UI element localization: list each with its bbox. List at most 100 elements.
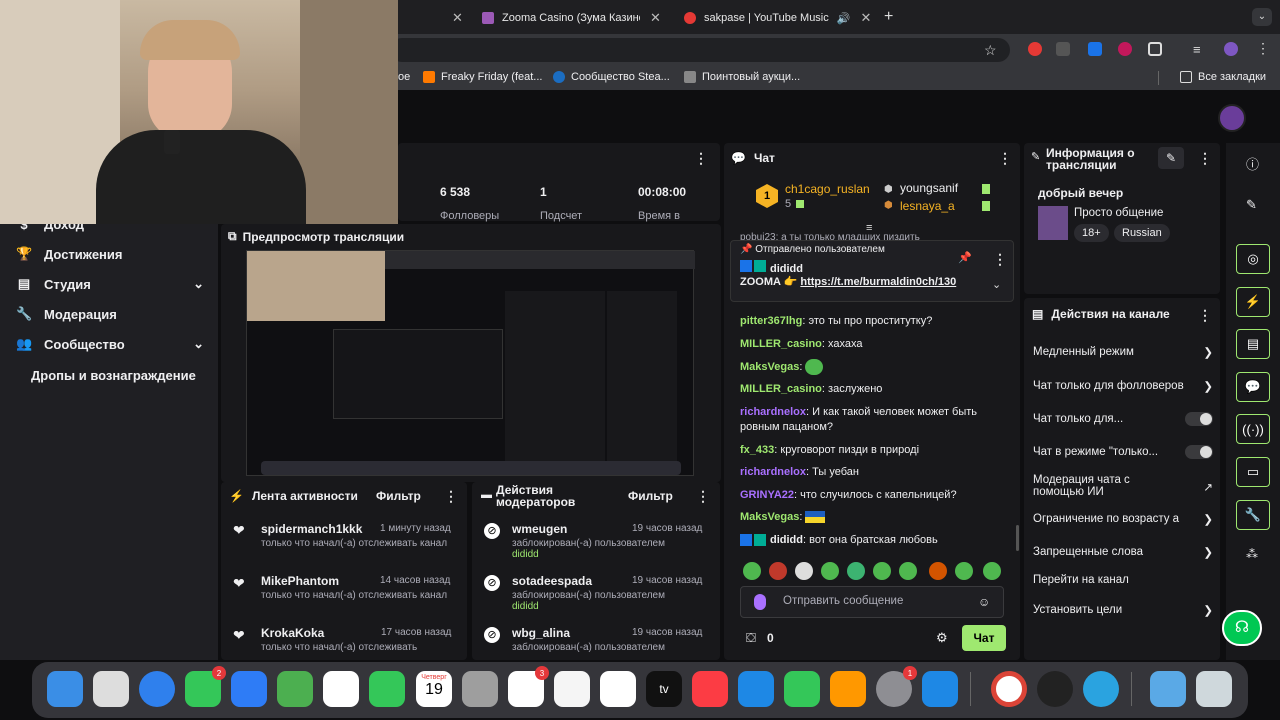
action-age-restriction[interactable]: Ограничение по возрасту а ❯ <box>1033 512 1213 526</box>
audio-playing-icon[interactable]: 🔊 <box>837 12 851 25</box>
leader-name[interactable]: ch1cago_ruslan <box>785 182 870 196</box>
mod-by-user[interactable]: dididd <box>512 549 539 561</box>
quick-action-mod[interactable]: 🔧 <box>1236 500 1270 530</box>
quick-action-boost[interactable]: ⚡ <box>1236 287 1270 317</box>
mod-by-user[interactable]: dididd <box>512 601 539 613</box>
apple-tv-icon[interactable]: tv <box>646 671 682 707</box>
extension-translate-icon[interactable] <box>1088 42 1102 56</box>
emote-icon[interactable] <box>873 562 891 580</box>
quick-action-chat[interactable]: 💬 <box>1236 372 1270 402</box>
chat-username[interactable]: GRINYA22 <box>740 489 794 501</box>
pinned-more-icon[interactable]: ⋮ <box>993 251 1007 268</box>
bookmark-points-auction[interactable]: Поинтовый аукци... <box>684 71 800 83</box>
mod-more-icon[interactable]: ⋮ <box>696 488 710 505</box>
tab-close-icon[interactable]: ✕ <box>452 10 463 26</box>
leader-name[interactable]: youngsanif <box>900 181 958 195</box>
info-icon[interactable]: ⓘ <box>1246 154 1259 173</box>
sidebar-item-community[interactable]: 👥 Сообщество ⌄ <box>16 333 204 355</box>
action-set-goals[interactable]: Установить цели ❯ <box>1033 603 1213 617</box>
quick-action-notes[interactable]: ▤ <box>1236 329 1270 359</box>
chat-username[interactable]: MILLER_casino <box>740 383 822 395</box>
chat-username[interactable]: MaksVegas <box>740 361 799 373</box>
downloads-folder-icon[interactable] <box>1150 671 1186 707</box>
stats-more-icon[interactable]: ⋮ <box>694 150 708 167</box>
browser-tab-partial[interactable]: ✕ <box>398 4 470 32</box>
emote-icon[interactable] <box>769 562 787 580</box>
bookmark-freaky-friday[interactable]: Freaky Friday (feat... <box>423 71 542 83</box>
notes-app-icon[interactable] <box>554 671 590 707</box>
calendar-icon[interactable]: Четверг 19 <box>416 671 452 707</box>
sidebar-item-achievements[interactable]: 🏆 Достижения <box>16 243 122 265</box>
media-queue-icon[interactable]: ≡ <box>1193 42 1201 57</box>
photos-icon[interactable] <box>323 671 359 707</box>
category-name[interactable]: Просто общение <box>1074 207 1163 219</box>
bookmark-partial[interactable]: oe <box>398 71 410 83</box>
emote-icon[interactable] <box>743 562 761 580</box>
chrome-icon[interactable] <box>991 671 1027 707</box>
stream-preview-video[interactable] <box>246 250 695 476</box>
music-icon[interactable] <box>692 671 728 707</box>
action-emote-only[interactable]: Чат в режиме "только... <box>1033 445 1213 459</box>
pin-toggle-icon[interactable]: 📌 <box>958 251 972 264</box>
activity-user[interactable]: KrokaKoka <box>261 626 324 640</box>
emote-icon[interactable] <box>929 562 947 580</box>
pinned-link[interactable]: https://t.me/burmaldin0ch/130 <box>800 276 956 288</box>
profile-avatar[interactable] <box>1224 42 1238 56</box>
chat-username[interactable]: MILLER_casino <box>740 338 822 350</box>
tab-close-icon[interactable]: ✕ <box>650 10 661 26</box>
chat-username[interactable]: dididd <box>770 534 803 546</box>
chat-more-icon[interactable]: ⋮ <box>998 150 1012 167</box>
mod-target-user[interactable]: wbg_alina <box>512 626 570 640</box>
extensions-puzzle-icon[interactable] <box>1148 42 1162 56</box>
pinned-expand-chevron-icon[interactable]: ⌄ <box>992 278 1001 291</box>
leader-name[interactable]: lesnaya_a <box>900 199 955 213</box>
messages-icon[interactable]: 2 <box>185 666 226 707</box>
info-more-icon[interactable]: ⋮ <box>1198 150 1212 167</box>
edit-info-button[interactable]: ✎ <box>1158 147 1184 169</box>
quick-action-ads[interactable]: ▭ <box>1236 457 1270 487</box>
chat-username[interactable]: richardnelox <box>740 406 806 418</box>
user-avatar[interactable] <box>1218 104 1246 132</box>
emote-icon[interactable] <box>795 562 813 580</box>
maps-icon[interactable] <box>277 671 313 707</box>
chat-settings-gear-icon[interactable]: ⚙ <box>936 630 948 646</box>
actions-more-icon[interactable]: ⋮ <box>1198 307 1212 324</box>
chat-username[interactable]: MaksVegas <box>740 511 799 523</box>
app-store-icon[interactable] <box>922 671 958 707</box>
activity-more-icon[interactable]: ⋮ <box>444 488 458 505</box>
action-ai-moderation[interactable]: Модерация чата с помощью ИИ ↗ <box>1033 474 1213 498</box>
channel-points-icon[interactable]: ⛋ <box>746 630 756 646</box>
browser-tab-youtube-music[interactable]: sakpase | YouTube Music 🔊 ✕ <box>684 4 874 32</box>
subs-only-toggle[interactable] <box>1185 412 1213 426</box>
action-subs-only[interactable]: Чат только для... <box>1033 412 1213 426</box>
microphone-icon[interactable] <box>754 594 766 610</box>
emote-icon[interactable] <box>983 562 1001 580</box>
sidebar-item-moderation[interactable]: 🔧 Модерация <box>16 303 117 325</box>
system-settings-icon[interactable]: 1 <box>876 666 917 707</box>
numbers-icon[interactable] <box>784 671 820 707</box>
browser-menu-icon[interactable]: ⋮ <box>1256 40 1270 57</box>
quick-action-broadcast[interactable]: ((·)) <box>1236 414 1270 444</box>
bookmark-star-icon[interactable]: ☆ <box>984 42 997 59</box>
finder-icon[interactable] <box>47 671 83 707</box>
tab-close-icon[interactable]: ✕ <box>860 10 871 26</box>
url-bar[interactable] <box>390 38 1010 62</box>
sidebar-item-drops[interactable]: Дропы и вознаграждение <box>31 364 196 386</box>
launchpad-icon[interactable] <box>93 671 129 707</box>
chat-send-button[interactable]: Чат <box>962 625 1006 651</box>
obs-icon[interactable] <box>1037 671 1073 707</box>
action-go-to-channel[interactable]: Перейти на канал <box>1033 574 1213 586</box>
extension-record-icon[interactable] <box>1028 42 1042 56</box>
chat-username[interactable]: pitter367lhg <box>740 315 802 327</box>
support-headset-icon[interactable]: ☊ <box>1222 610 1262 646</box>
freeform-icon[interactable] <box>600 671 636 707</box>
emote-icon[interactable] <box>899 562 917 580</box>
more-actions-icon[interactable]: ⁂ <box>1246 547 1258 561</box>
pages-icon[interactable] <box>830 671 866 707</box>
category-boxart[interactable] <box>1038 206 1068 240</box>
sidebar-item-studio[interactable]: ▤ Студия ⌄ <box>16 273 204 295</box>
activity-filter-button[interactable]: Фильтр <box>376 489 421 503</box>
activity-user[interactable]: MikePhantom <box>261 574 339 588</box>
action-slow-mode[interactable]: Медленный режим ❯ <box>1033 345 1213 359</box>
emoji-picker-icon[interactable]: ☺ <box>978 595 990 609</box>
